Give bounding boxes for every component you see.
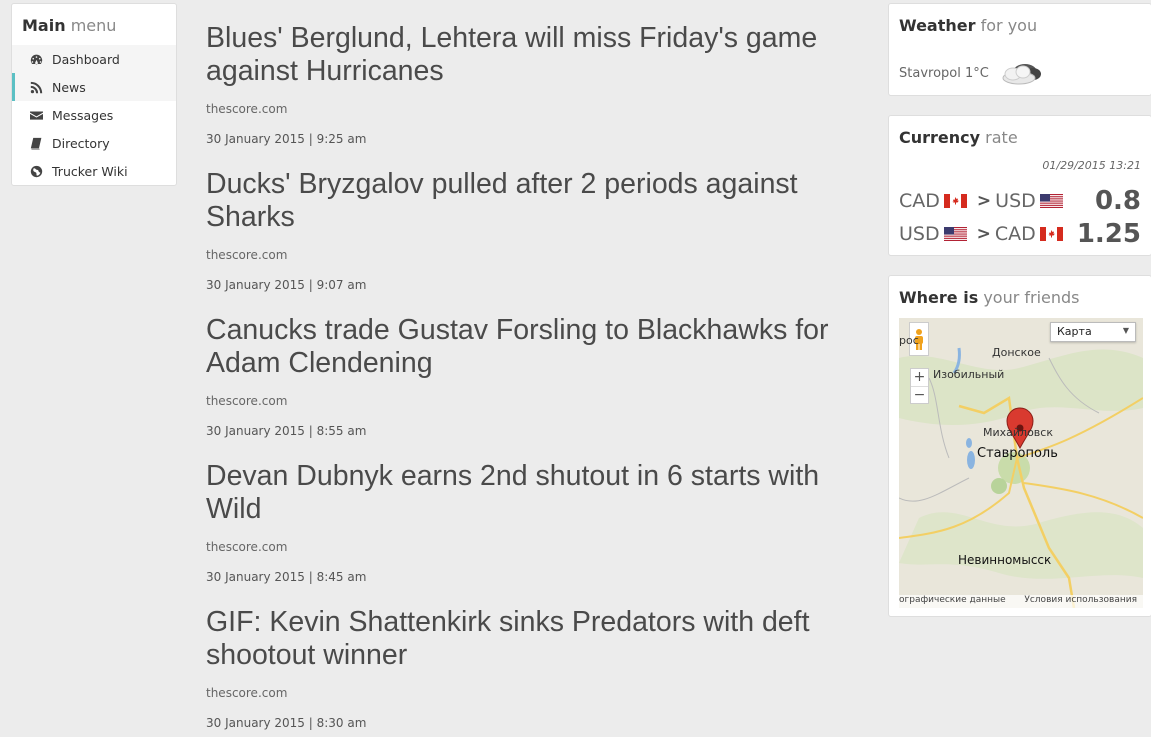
map-canvas[interactable]: + − Карта ▼ рос Донское Изобильный Михай… xyxy=(899,318,1143,608)
weather-title-light: for you xyxy=(980,16,1038,35)
chevron-right-icon: > xyxy=(976,224,991,244)
map-label-izobilny: Изобильный xyxy=(933,368,1005,381)
map-label-donskoe: Донское xyxy=(992,346,1041,359)
news-source: thescore.com xyxy=(206,540,288,554)
menu-item-label: Directory xyxy=(52,135,110,151)
main-menu-title-light: menu xyxy=(70,16,117,35)
globe-icon xyxy=(28,164,44,178)
news-source: thescore.com xyxy=(206,248,288,262)
map-attribution: ографические данные Условия использовани… xyxy=(899,595,1143,608)
news-title-link[interactable]: Blues' Berglund, Lehtera will miss Frida… xyxy=(206,22,866,88)
currency-title-bold: Currency xyxy=(899,128,981,147)
weather-info: Stavropol 1°C xyxy=(899,60,1043,86)
news-source: thescore.com xyxy=(206,102,288,116)
currency-from: USD xyxy=(899,223,940,245)
currency-widget: Currency rate 01/29/2015 13:21 CAD > USD… xyxy=(888,115,1151,256)
dropdown-arrow-icon: ▼ xyxy=(1122,326,1129,335)
news-title-link[interactable]: Ducks' Bryzgalov pulled after 2 periods … xyxy=(206,168,866,234)
news-feed: Blues' Berglund, Lehtera will miss Frida… xyxy=(206,22,866,737)
us-flag-icon xyxy=(943,227,967,241)
currency-row: CAD > USD 0.8 xyxy=(899,186,1141,216)
weather-title-bold: Weather xyxy=(899,16,976,35)
map-label-stavropol: Ставрополь xyxy=(977,446,1058,461)
friends-map-title: Where is your friends xyxy=(889,276,1151,317)
map-label-nevinnomyssk: Невинномысск xyxy=(958,553,1052,567)
main-menu-title: Main menu xyxy=(12,4,176,45)
currency-timestamp: 01/29/2015 13:21 xyxy=(1042,159,1141,172)
menu-item-label: News xyxy=(52,79,86,95)
currency-title-light: rate xyxy=(985,128,1018,147)
news-date: 30 January 2015 | 8:30 am xyxy=(206,716,367,730)
map-type-select[interactable]: Карта ▼ xyxy=(1050,322,1136,342)
currency-to: CAD xyxy=(994,223,1036,245)
menu-item-trucker-wiki[interactable]: Trucker Wiki xyxy=(12,157,176,185)
news-source: thescore.com xyxy=(206,686,288,700)
weather-widget: Weather for you Stavropol 1°C xyxy=(888,3,1151,96)
us-flag-icon xyxy=(1039,194,1063,208)
news-item: Blues' Berglund, Lehtera will miss Frida… xyxy=(206,22,866,168)
news-item: Devan Dubnyk earns 2nd shutout in 6 star… xyxy=(206,460,866,606)
news-source: thescore.com xyxy=(206,394,288,408)
news-date: 30 January 2015 | 8:55 am xyxy=(206,424,367,438)
currency-row: USD > CAD 1.25 xyxy=(899,219,1141,249)
zoom-in-button[interactable]: + xyxy=(911,369,928,386)
map-terms-link[interactable]: Условия использования xyxy=(1024,595,1137,608)
menu-item-label: Dashboard xyxy=(52,51,120,67)
news-item: Canucks trade Gustav Forsling to Blackha… xyxy=(206,314,866,460)
main-menu-title-bold: Main xyxy=(22,16,66,35)
weather-title: Weather for you xyxy=(889,4,1151,45)
currency-value: 0.8 xyxy=(1094,186,1141,216)
news-title-link[interactable]: Devan Dubnyk earns 2nd shutout in 6 star… xyxy=(206,460,866,526)
zoom-out-button[interactable]: − xyxy=(911,386,928,403)
currency-to: USD xyxy=(995,190,1036,212)
friends-map-title-light: your friends xyxy=(983,288,1080,307)
news-title-link[interactable]: Canucks trade Gustav Forsling to Blackha… xyxy=(206,314,866,380)
book-icon xyxy=(28,136,44,150)
map-zoom-control: + − xyxy=(910,368,929,404)
menu-item-directory[interactable]: Directory xyxy=(12,129,176,157)
envelope-icon xyxy=(28,108,44,122)
main-menu-list: Dashboard News Messages Directory Trucke… xyxy=(12,45,176,185)
currency-from: CAD xyxy=(899,190,940,212)
weather-location: Stavropol 1°C xyxy=(899,65,989,81)
news-item: GIF: Kevin Shattenkirk sinks Predators w… xyxy=(206,606,866,737)
news-date: 30 January 2015 | 9:07 am xyxy=(206,278,367,292)
dashboard-icon xyxy=(28,52,44,66)
menu-item-messages[interactable]: Messages xyxy=(12,101,176,129)
map-label-mikhailovsk: Михайловск xyxy=(983,426,1053,439)
friends-map-title-bold: Where is xyxy=(899,288,979,307)
friends-map-widget: Where is your friends + − Карта ▼ рос До… xyxy=(888,275,1151,617)
main-menu-panel: Main menu Dashboard News Messages Direct… xyxy=(11,3,177,186)
news-date: 30 January 2015 | 9:25 am xyxy=(206,132,367,146)
news-date: 30 January 2015 | 8:45 am xyxy=(206,570,367,584)
rss-icon xyxy=(28,80,44,94)
map-type-value: Карта xyxy=(1057,325,1092,338)
currency-value: 1.25 xyxy=(1076,219,1141,249)
menu-item-label: Messages xyxy=(52,107,114,123)
menu-item-label: Trucker Wiki xyxy=(52,163,128,179)
cloud-icon xyxy=(1002,64,1041,85)
canada-flag-icon xyxy=(943,194,967,208)
news-item: Ducks' Bryzgalov pulled after 2 periods … xyxy=(206,168,866,314)
menu-item-news[interactable]: News xyxy=(12,73,176,101)
news-title-link[interactable]: GIF: Kevin Shattenkirk sinks Predators w… xyxy=(206,606,866,672)
chevron-right-icon: > xyxy=(976,191,992,211)
menu-item-dashboard[interactable]: Dashboard xyxy=(12,45,176,73)
map-label-edge: рос xyxy=(899,334,919,347)
map-data-credit: ографические данные xyxy=(899,595,1006,605)
currency-title: Currency rate xyxy=(889,116,1151,157)
canada-flag-icon xyxy=(1039,227,1063,241)
